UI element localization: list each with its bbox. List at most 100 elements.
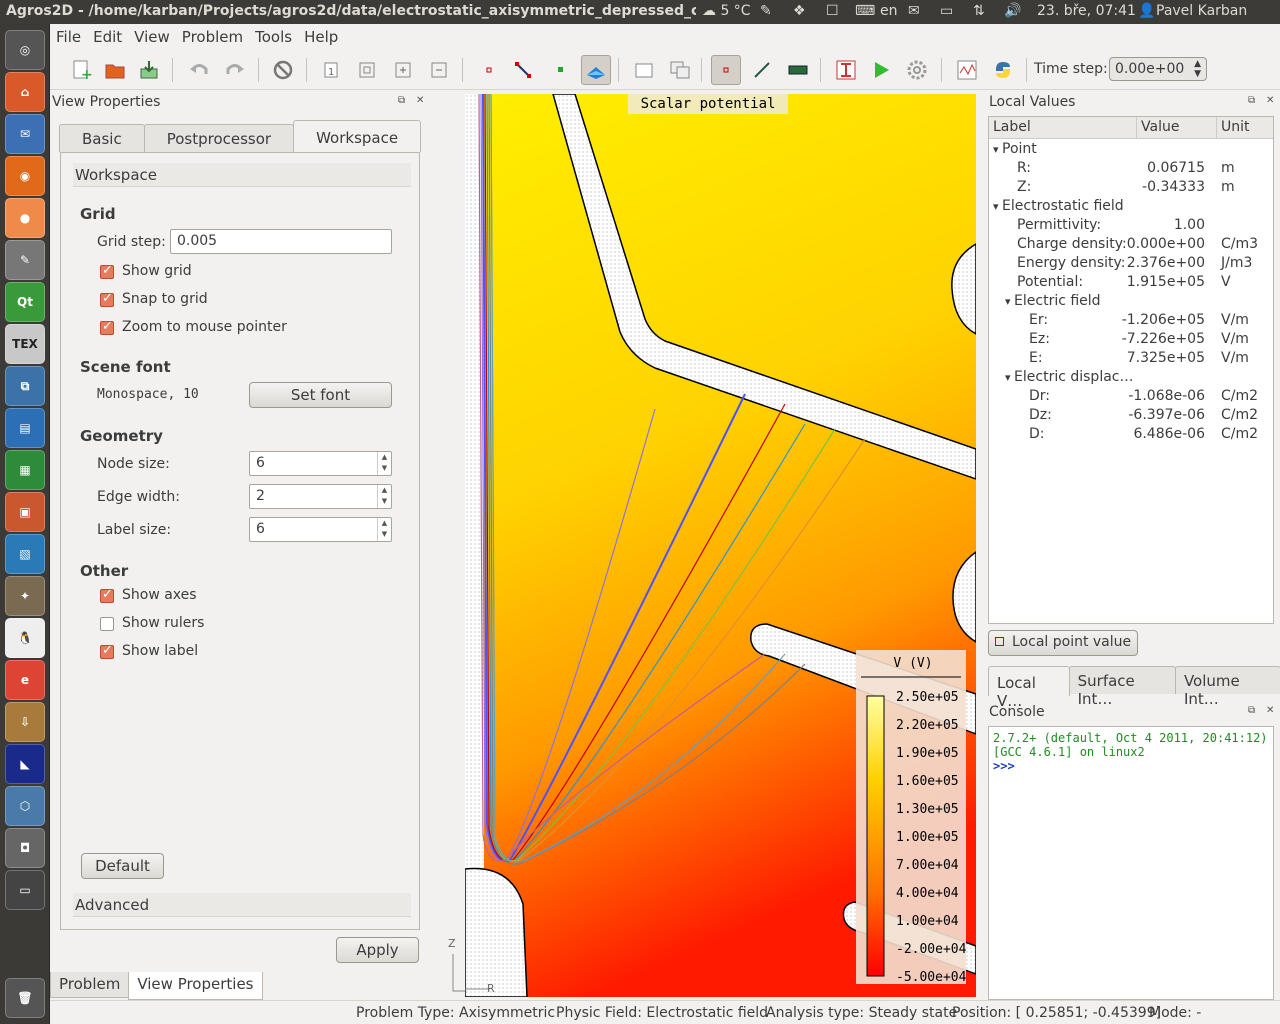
zoom-to-mouse-checkbox[interactable] xyxy=(100,319,114,335)
impress-icon[interactable]: ▣ xyxy=(5,492,45,532)
scalar-potential-view[interactable]: Scalar potential V (V) 2.50e+05 2.20e+05 1… xyxy=(465,94,976,997)
chart-icon[interactable] xyxy=(952,55,982,85)
archive-icon[interactable]: ⇩ xyxy=(5,702,45,742)
writer-icon[interactable]: ▤ xyxy=(5,408,45,448)
expand-arrow-icon[interactable]: ▾ xyxy=(993,143,1002,156)
tab-problem[interactable]: Problem xyxy=(50,972,130,998)
tree-group-row[interactable]: ▾ Point xyxy=(989,141,1273,160)
keyboard-icon[interactable]: ⌨ xyxy=(855,3,875,19)
node-icon[interactable] xyxy=(474,55,504,85)
thunderbird-icon[interactable]: ✉ xyxy=(5,114,45,154)
stop-icon[interactable] xyxy=(268,55,298,85)
spin-arrows-icon[interactable]: ▲ ▼ xyxy=(1194,59,1201,79)
table-row[interactable]: Dz: -6.397e-06 C/m2 xyxy=(989,407,1273,426)
python-icon[interactable]: ⧉ xyxy=(5,366,45,406)
show-label-checkbox[interactable] xyxy=(100,643,114,659)
label-size-spinbox[interactable]: 6 ▲ ▼ xyxy=(249,517,392,542)
label-icon[interactable] xyxy=(546,55,576,85)
virtualbox-icon[interactable]: ⬡ xyxy=(5,786,45,826)
dash-home-icon[interactable]: ◎ xyxy=(5,30,45,70)
qt-creator-icon[interactable]: Qt xyxy=(5,282,45,322)
postprocessor-icon[interactable] xyxy=(581,55,611,85)
table-row[interactable]: Z: -0.34333 m xyxy=(989,179,1273,198)
menu-help[interactable]: Help xyxy=(298,24,344,46)
volume-icon[interactable]: 🔊 xyxy=(1004,3,1021,19)
menu-view[interactable]: View xyxy=(128,24,176,46)
emacs-icon[interactable]: e xyxy=(5,660,45,700)
trash-icon[interactable]: 🗑 xyxy=(5,978,45,1018)
clock[interactable]: 23. bře, 07:41 xyxy=(1037,3,1136,19)
local-point-button[interactable]: Local point value xyxy=(988,630,1138,656)
edge-width-spinbox[interactable]: 2 ▲ ▼ xyxy=(249,484,392,509)
undo-icon[interactable] xyxy=(184,55,214,85)
node-size-spinbox[interactable]: 6 ▲ ▼ xyxy=(249,451,392,476)
grid-step-input[interactable]: 0.005 xyxy=(170,229,392,254)
user-icon[interactable]: 👤 xyxy=(1138,3,1155,19)
table-row[interactable]: Potential: 1.915e+05 V xyxy=(989,274,1273,293)
table-row[interactable]: E: 7.325e+05 V/m xyxy=(989,350,1273,369)
expand-arrow-icon[interactable]: ▾ xyxy=(1005,371,1014,384)
col-unit[interactable]: Unit xyxy=(1217,117,1273,139)
float-icon[interactable]: ⧉ xyxy=(1248,705,1255,716)
settings-icon[interactable] xyxy=(902,55,932,85)
operate-on-nodes-icon[interactable] xyxy=(711,55,741,85)
solution-view-icon[interactable] xyxy=(665,55,695,85)
network-icon[interactable]: ⇅ xyxy=(973,3,985,19)
firefox-icon[interactable]: ◉ xyxy=(5,156,45,196)
spin-arrows-icon[interactable]: ▲ ▼ xyxy=(377,452,391,475)
table-row[interactable]: Dr: -1.068e-06 C/m2 xyxy=(989,388,1273,407)
expand-arrow-icon[interactable]: ▾ xyxy=(1005,295,1014,308)
keyboard-layout[interactable]: en xyxy=(880,3,898,19)
scene-canvas[interactable]: Scalar potential V (V) 2.50e+05 2.20e+05 1… xyxy=(465,94,976,997)
default-button[interactable]: Default xyxy=(81,853,164,879)
mesh-icon[interactable] xyxy=(831,55,861,85)
table-row[interactable]: Charge density: 0.000e+00 C/m3 xyxy=(989,236,1273,255)
tree-group-row[interactable]: ▾ Electric displac… xyxy=(989,369,1273,388)
dropbox-icon[interactable]: ❖ xyxy=(793,3,806,19)
table-row[interactable]: Er: -1.206e+05 V/m xyxy=(989,312,1273,331)
user-name[interactable]: Pavel Karban xyxy=(1156,3,1247,19)
edge-icon[interactable] xyxy=(508,55,538,85)
col-label[interactable]: Label xyxy=(989,117,1137,139)
tab-surface-integrals[interactable]: Surface Int… xyxy=(1068,666,1176,708)
text-editor-icon[interactable]: ✎ xyxy=(5,240,45,280)
menu-edit[interactable]: Edit xyxy=(87,24,128,46)
float-icon[interactable]: ⧉ xyxy=(398,95,405,106)
camera-icon[interactable]: ◘ xyxy=(5,828,45,868)
redo-icon[interactable] xyxy=(220,55,250,85)
table-row[interactable]: D: 6.486e-06 C/m2 xyxy=(989,426,1273,445)
python-script-icon[interactable] xyxy=(988,55,1018,85)
tree-group-row[interactable]: ▾ Electrostatic field xyxy=(989,198,1273,217)
show-axes-checkbox[interactable] xyxy=(100,587,114,603)
apply-button[interactable]: Apply xyxy=(336,937,419,963)
app-icon[interactable]: ● xyxy=(5,198,45,238)
operate-on-edges-icon[interactable] xyxy=(747,55,777,85)
home-folder-icon[interactable]: ⌂ xyxy=(5,72,45,112)
tab-postprocessor[interactable]: Postprocessor xyxy=(143,124,295,152)
new-icon[interactable]: + xyxy=(66,55,96,85)
menu-tools[interactable]: Tools xyxy=(249,24,298,46)
close-icon[interactable]: ✕ xyxy=(1266,95,1274,106)
tab-local-values[interactable]: Local V… xyxy=(988,666,1070,710)
table-row[interactable]: Permittivity: 1.00 xyxy=(989,217,1273,236)
close-icon[interactable]: ✕ xyxy=(1266,705,1274,716)
tree-group-row[interactable]: ▾ Electric field xyxy=(989,293,1273,312)
table-row[interactable]: Energy density: 2.376e+00 J/m3 xyxy=(989,255,1273,274)
weather-indicator[interactable]: ☁ 5 °C xyxy=(702,3,751,19)
show-rulers-label[interactable]: Show rulers xyxy=(122,615,204,631)
terminal-icon[interactable]: ▭ xyxy=(5,870,45,910)
gimp-icon[interactable]: ✦ xyxy=(5,576,45,616)
calc-icon[interactable]: ▦ xyxy=(5,450,45,490)
checkbox-icon[interactable]: ☐ xyxy=(826,3,839,19)
tab-volume-integrals[interactable]: Volume Int… xyxy=(1174,666,1280,708)
table-row[interactable]: R: 0.06715 m xyxy=(989,160,1273,179)
spin-arrows-icon[interactable]: ▲ ▼ xyxy=(377,485,391,508)
solve-icon[interactable] xyxy=(866,55,896,85)
show-grid-checkbox[interactable] xyxy=(100,263,114,279)
agros2d-icon[interactable]: ◣ xyxy=(5,744,45,784)
table-row[interactable]: Ez: -7.226e+05 V/m xyxy=(989,331,1273,350)
show-label-label[interactable]: Show label xyxy=(122,643,198,659)
operate-on-labels-icon[interactable] xyxy=(783,55,813,85)
menu-problem[interactable]: Problem xyxy=(176,24,249,46)
show-rulers-checkbox[interactable] xyxy=(100,617,114,631)
